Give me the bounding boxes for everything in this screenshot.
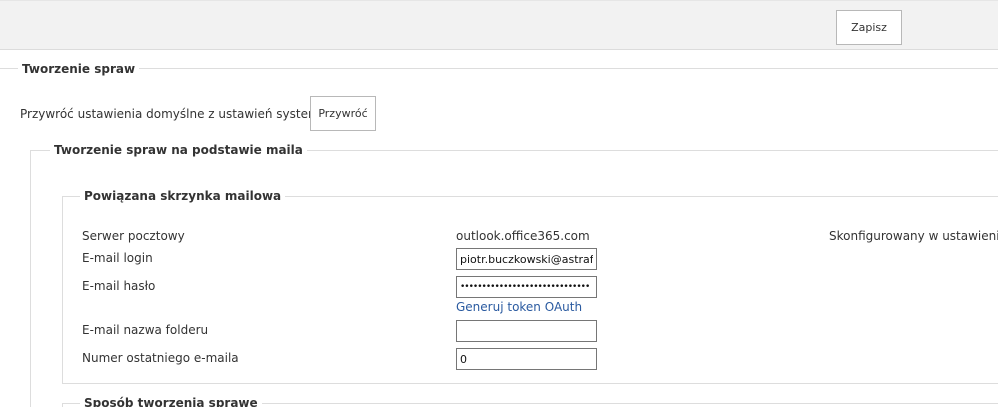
fieldset-email-cases-legend: Tworzenie spraw na podstawie maila [50,143,307,157]
folder-label: E-mail nazwa folderu [82,323,209,337]
fieldset-method-border-left [62,403,63,407]
generate-oauth-token-link[interactable]: Generuj token OAuth [456,300,582,314]
restore-defaults-text: Przywróć ustawienia domyślne z ustawień … [20,107,359,121]
restore-button[interactable]: Przywróć [310,96,376,131]
password-input[interactable] [456,276,597,298]
fieldset-case-creation-border [0,68,998,69]
login-label: E-mail login [82,251,153,265]
top-toolbar: Zapisz [0,0,998,50]
fieldset-case-creation-legend: Tworzenie spraw [18,62,140,76]
server-label: Serwer pocztowy [82,229,185,243]
server-value: outlook.office365.com [456,229,590,243]
save-button[interactable]: Zapisz [836,10,902,45]
folder-input[interactable] [456,320,597,342]
login-input[interactable] [456,248,597,270]
fieldset-email-cases-border-left [30,150,31,407]
fieldset-method-legend: Sposób tworzenia sprawe [80,396,262,407]
last-email-label: Numer ostatniego e-maila [82,351,239,365]
server-config-note: Skonfigurowany w ustawieniach s [829,229,998,243]
password-label: E-mail hasło [82,279,156,293]
last-email-input[interactable] [456,348,597,370]
fieldset-mailbox-legend: Powiązana skrzynka mailowa [80,189,286,203]
fieldset-mailbox-border-left [62,196,63,383]
fieldset-mailbox-border-bottom [62,383,998,384]
